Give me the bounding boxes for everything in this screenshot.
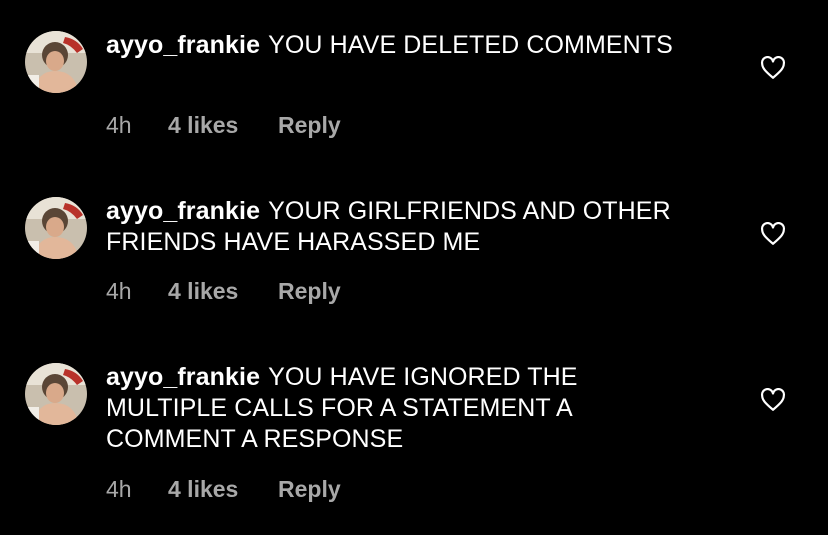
comment-text-block: ayyo_frankie YOU HAVE DELETED COMMENTS: [106, 30, 726, 61]
comment-username[interactable]: ayyo_frankie: [106, 363, 260, 391]
comment-time: 4h: [106, 112, 132, 138]
comment-body: YOU HAVE DELETED COMMENTS: [268, 31, 673, 59]
comment-text-block: ayyo_frankie YOUR GIRLFRIENDS AND OTHER F…: [106, 196, 726, 258]
comment-meta: 4h 4 likes Reply: [106, 476, 341, 503]
comment-time: 4h: [106, 278, 132, 304]
heart-outline-icon[interactable]: [760, 222, 786, 246]
reply-button[interactable]: Reply: [278, 278, 341, 305]
heart-outline-icon[interactable]: [760, 56, 786, 80]
comment-likes[interactable]: 4 likes: [168, 278, 278, 305]
avatar[interactable]: [25, 197, 87, 259]
avatar-photo: [25, 363, 87, 425]
comment-meta: 4h 4 likes Reply: [106, 112, 341, 139]
comment-username[interactable]: ayyo_frankie: [106, 31, 260, 59]
comment-meta: 4h 4 likes Reply: [106, 278, 341, 305]
avatar-photo: [25, 31, 87, 93]
reply-button[interactable]: Reply: [278, 112, 341, 139]
heart-outline-icon[interactable]: [760, 388, 786, 412]
reply-button[interactable]: Reply: [278, 476, 341, 503]
comment-likes[interactable]: 4 likes: [168, 476, 278, 503]
avatar[interactable]: [25, 363, 87, 425]
avatar-photo: [25, 197, 87, 259]
avatar[interactable]: [25, 31, 87, 93]
comment-text-block: ayyo_frankie YOU HAVE IGNORED THE MULTIPL…: [106, 362, 636, 455]
comment-time: 4h: [106, 476, 132, 502]
comment-username[interactable]: ayyo_frankie: [106, 197, 260, 225]
comment-likes[interactable]: 4 likes: [168, 112, 278, 139]
